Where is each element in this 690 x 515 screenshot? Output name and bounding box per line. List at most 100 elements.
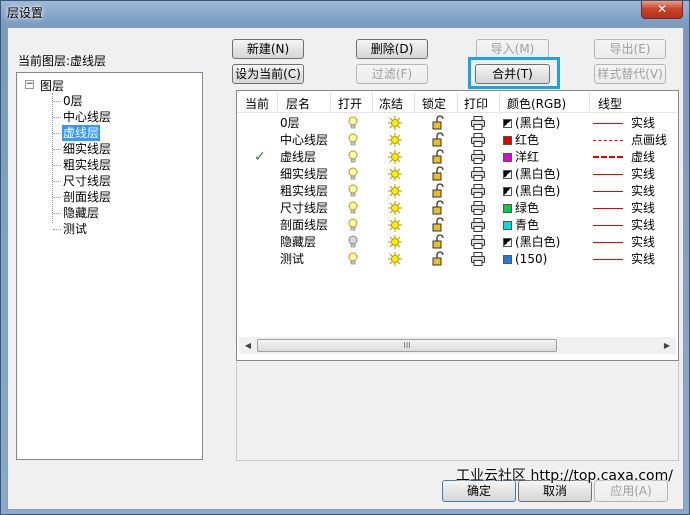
table-row[interactable]: 尺寸线层 绿色 实线 xyxy=(237,200,678,217)
layer-name[interactable]: 测试 xyxy=(280,252,304,267)
printer-icon[interactable] xyxy=(470,217,486,233)
table-row[interactable]: 隐藏层 (黑白色) 实线 xyxy=(237,234,678,251)
bulb-on-icon[interactable] xyxy=(345,115,361,131)
table-row[interactable]: 粗实线层 (黑白色) 实线 xyxy=(237,183,678,200)
tree-item-label: 剖面线层 xyxy=(63,190,112,204)
unlock-icon[interactable] xyxy=(430,166,446,182)
sun-freeze-icon[interactable] xyxy=(387,200,403,216)
unlock-icon[interactable] xyxy=(430,132,446,148)
layer-name[interactable]: 虚线层 xyxy=(280,150,316,165)
layer-linetype[interactable]: 点画线 xyxy=(631,133,667,148)
layer-name[interactable]: 尺寸线层 xyxy=(280,201,328,216)
printer-icon[interactable] xyxy=(470,132,486,148)
layer-color[interactable]: (黑白色) xyxy=(503,235,560,250)
bulb-on-icon[interactable] xyxy=(345,149,361,165)
header-lock[interactable]: 锁定 xyxy=(422,95,446,112)
layer-linetype[interactable]: 实线 xyxy=(631,116,655,131)
layer-linetype[interactable]: 实线 xyxy=(631,235,655,250)
layer-color[interactable]: 洋红 xyxy=(503,150,539,165)
layer-color[interactable]: (150) xyxy=(503,252,547,267)
bulb-on-icon[interactable] xyxy=(345,166,361,182)
scroll-thumb[interactable]: III xyxy=(257,339,557,352)
unlock-icon[interactable] xyxy=(430,200,446,216)
header-color[interactable]: 颜色(RGB) xyxy=(507,95,566,112)
layer-linetype[interactable]: 实线 xyxy=(631,184,655,199)
header-current[interactable]: 当前 xyxy=(245,95,269,112)
title-bar[interactable]: 层设置 ✕ xyxy=(1,1,689,27)
header-linetype[interactable]: 线型 xyxy=(598,95,622,112)
sun-freeze-icon[interactable] xyxy=(387,132,403,148)
layer-color[interactable]: (黑白色) xyxy=(503,116,560,131)
horizontal-scrollbar[interactable]: ◀ III ▶ xyxy=(239,337,676,354)
set-current-button[interactable]: 设为当前(C) xyxy=(232,64,304,84)
layer-linetype[interactable]: 实线 xyxy=(631,252,655,267)
table-row[interactable]: 测试 (150) 实线 xyxy=(237,251,678,268)
sun-freeze-icon[interactable] xyxy=(387,149,403,165)
export-button[interactable]: 导出(E) xyxy=(594,39,666,59)
layer-color[interactable]: 红色 xyxy=(503,133,539,148)
layer-color[interactable]: (黑白色) xyxy=(503,184,560,199)
layer-linetype[interactable]: 实线 xyxy=(631,218,655,233)
bulb-on-icon[interactable] xyxy=(345,251,361,267)
header-name[interactable]: 层名 xyxy=(286,95,310,112)
sun-freeze-icon[interactable] xyxy=(387,115,403,131)
bulb-off-icon[interactable] xyxy=(345,234,361,250)
bulb-on-icon[interactable] xyxy=(345,183,361,199)
bulb-on-icon[interactable] xyxy=(345,200,361,216)
layer-linetype[interactable]: 实线 xyxy=(631,201,655,216)
layer-linetype[interactable]: 实线 xyxy=(631,167,655,182)
table-row[interactable]: 剖面线层 青色 实线 xyxy=(237,217,678,234)
layer-name[interactable]: 中心线层 xyxy=(280,133,328,148)
import-button[interactable]: 导入(M) xyxy=(476,39,549,59)
delete-layer-button[interactable]: 删除(D) xyxy=(356,39,428,59)
header-open[interactable]: 打开 xyxy=(338,95,362,112)
unlock-icon[interactable] xyxy=(430,217,446,233)
layer-name[interactable]: 细实线层 xyxy=(280,167,328,182)
header-print[interactable]: 打印 xyxy=(464,95,488,112)
header-freeze[interactable]: 冻结 xyxy=(379,95,403,112)
printer-icon[interactable] xyxy=(470,149,486,165)
printer-icon[interactable] xyxy=(470,234,486,250)
unlock-icon[interactable] xyxy=(430,234,446,250)
layer-color[interactable]: (黑白色) xyxy=(503,167,560,182)
layer-name[interactable]: 0层 xyxy=(280,116,300,131)
table-row[interactable]: 0层 (黑白色) 实线 xyxy=(237,115,678,132)
sun-freeze-icon[interactable] xyxy=(387,166,403,182)
printer-icon[interactable] xyxy=(470,115,486,131)
sun-freeze-icon[interactable] xyxy=(387,217,403,233)
printer-icon[interactable] xyxy=(470,166,486,182)
printer-icon[interactable] xyxy=(470,251,486,267)
unlock-icon[interactable] xyxy=(430,149,446,165)
layer-linetype[interactable]: 虚线 xyxy=(631,150,655,165)
unlock-icon[interactable] xyxy=(430,183,446,199)
table-row[interactable]: ✓ 虚线层 洋红 虚线 xyxy=(237,149,678,166)
tree-collapse-icon[interactable]: − xyxy=(25,80,34,89)
table-row[interactable]: 中心线层 红色 点画线 xyxy=(237,132,678,149)
tree-item-label: 中心线层 xyxy=(63,110,112,124)
printer-icon[interactable] xyxy=(470,183,486,199)
layer-name[interactable]: 隐藏层 xyxy=(280,235,316,250)
unlock-icon[interactable] xyxy=(430,115,446,131)
unlock-icon[interactable] xyxy=(430,251,446,267)
merge-button[interactable]: 合并(T) xyxy=(475,64,550,84)
layer-color[interactable]: 绿色 xyxy=(503,201,539,216)
layer-name[interactable]: 剖面线层 xyxy=(280,218,328,233)
layer-name[interactable]: 粗实线层 xyxy=(280,184,328,199)
bulb-on-icon[interactable] xyxy=(345,217,361,233)
layer-tree[interactable]: − 图层 0层 中心线层 虚线层 细实线层 粗实线层 尺寸线层 剖面线层 隐藏层 测试 xyxy=(16,72,203,460)
layer-color[interactable]: 青色 xyxy=(503,218,539,233)
layer-list[interactable]: 当前 层名 打开 冻结 锁定 打印 颜色(RGB) 线型 0层 (黑白色) 实线 中心… xyxy=(236,90,679,361)
scroll-left-icon[interactable]: ◀ xyxy=(241,339,255,352)
style-replace-button[interactable]: 样式替代(V) xyxy=(594,64,666,84)
printer-icon[interactable] xyxy=(470,200,486,216)
linetype-sample xyxy=(593,208,623,209)
new-layer-button[interactable]: 新建(N) xyxy=(232,39,304,59)
table-row[interactable]: 细实线层 (黑白色) 实线 xyxy=(237,166,678,183)
scroll-right-icon[interactable]: ▶ xyxy=(660,339,674,352)
sun-freeze-icon[interactable] xyxy=(387,251,403,267)
close-button[interactable]: ✕ xyxy=(641,1,683,19)
sun-freeze-icon[interactable] xyxy=(387,234,403,250)
bulb-on-icon[interactable] xyxy=(345,132,361,148)
sun-freeze-icon[interactable] xyxy=(387,183,403,199)
filter-button[interactable]: 过滤(F) xyxy=(356,64,428,84)
